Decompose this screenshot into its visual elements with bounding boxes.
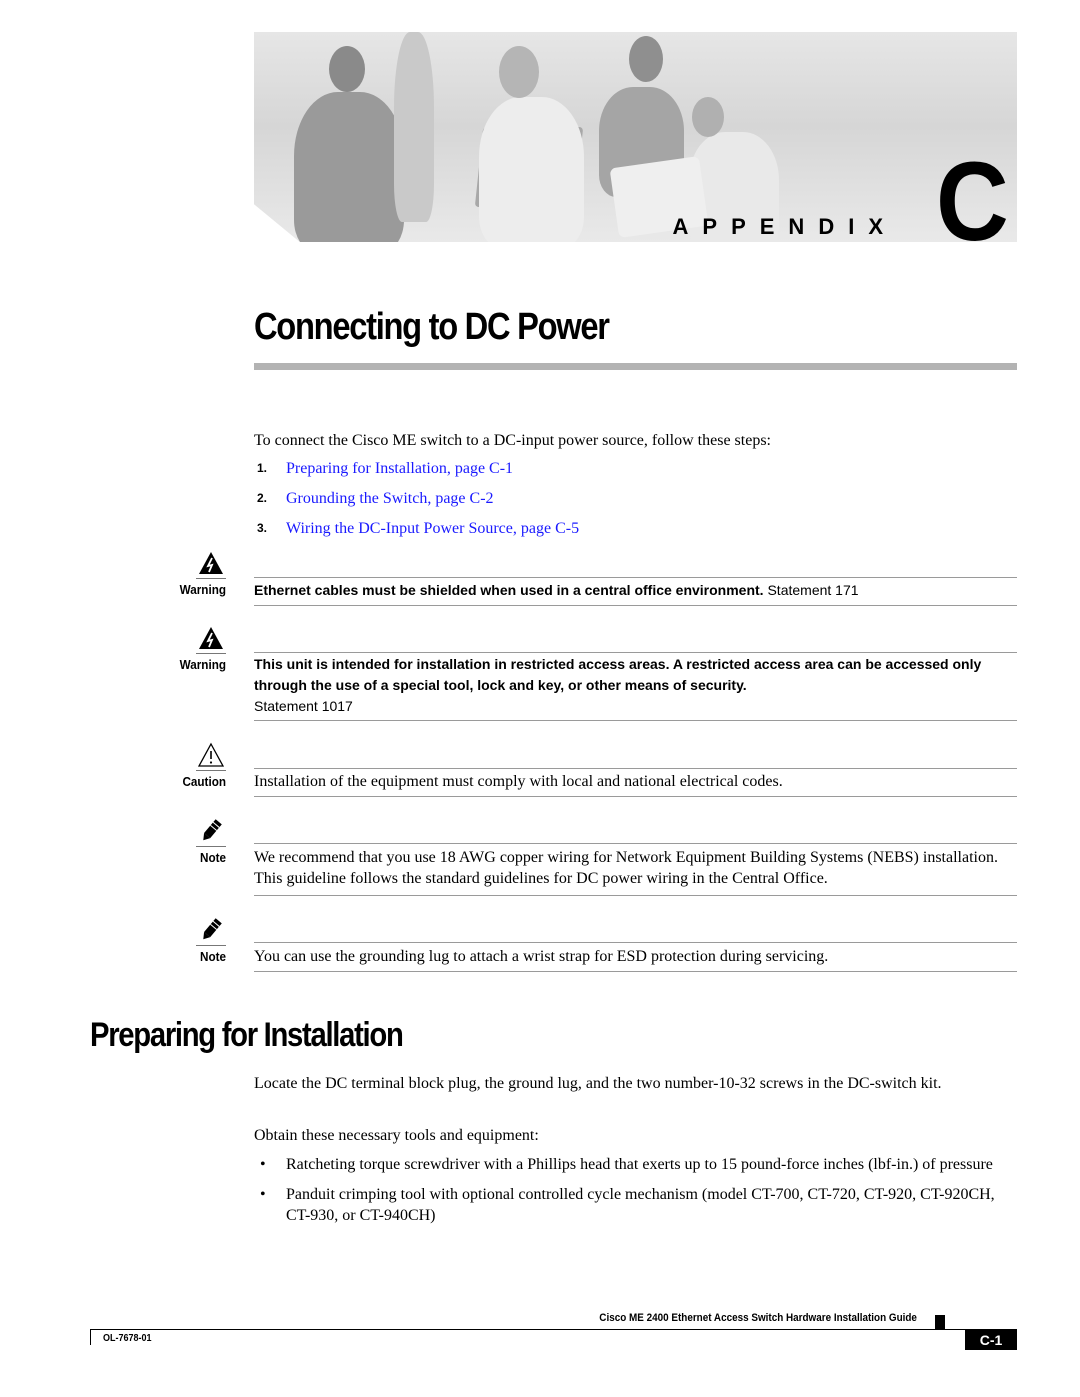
appendix-banner: APPENDIX C bbox=[254, 32, 1017, 242]
list-item-text: Panduit crimping tool with optional cont… bbox=[286, 1186, 995, 1224]
warning-lightning-icon bbox=[196, 550, 226, 578]
notice-label: Warning bbox=[179, 657, 226, 672]
notice-bottom-rule bbox=[254, 796, 1017, 797]
list-item: • Panduit crimping tool with optional co… bbox=[254, 1184, 1016, 1226]
notice-bottom-rule bbox=[254, 895, 1017, 896]
notice-label: Caution bbox=[182, 774, 226, 789]
bullet-icon: • bbox=[260, 1186, 266, 1203]
notice-bottom-rule bbox=[254, 720, 1017, 721]
page-number-badge: C-1 bbox=[965, 1330, 1017, 1350]
section-paragraph: Locate the DC terminal block plug, the g… bbox=[254, 1075, 942, 1092]
caution-triangle-icon bbox=[196, 742, 226, 770]
notice-text: Installation of the equipment must compl… bbox=[254, 773, 783, 790]
notice-top-rule bbox=[254, 577, 1017, 578]
footer-tick bbox=[90, 1329, 91, 1345]
notice-text: This unit is intended for installation i… bbox=[254, 654, 994, 717]
list-item-text: Ratcheting torque screwdriver with a Phi… bbox=[286, 1156, 993, 1173]
section-paragraph: Obtain these necessary tools and equipme… bbox=[254, 1127, 539, 1144]
section-title: Preparing for Installation bbox=[90, 1016, 404, 1054]
notice-top-rule bbox=[254, 768, 1017, 769]
note-notice: Note We recommend that you use 18 AWG co… bbox=[170, 816, 1017, 898]
icon-rule bbox=[196, 945, 226, 946]
step-number: 1. bbox=[257, 461, 268, 475]
footer-doc-number: OL-7678-01 bbox=[103, 1333, 152, 1344]
notice-text: We recommend that you use 18 AWG copper … bbox=[254, 849, 998, 887]
icon-rule bbox=[196, 578, 226, 579]
step-link-grounding[interactable]: Grounding the Switch, page C-2 bbox=[286, 488, 494, 518]
appendix-label: APPENDIX bbox=[672, 214, 897, 239]
notice-bold-text: This unit is intended for installation i… bbox=[254, 656, 982, 693]
bullet-icon: • bbox=[260, 1156, 266, 1173]
step-link-wiring[interactable]: Wiring the DC-Input Power Source, page C… bbox=[286, 518, 579, 548]
note-pencil-icon bbox=[196, 917, 226, 945]
intro-paragraph: To connect the Cisco ME switch to a DC-i… bbox=[254, 432, 771, 449]
footer-guide-title: Cisco ME 2400 Ethernet Access Switch Har… bbox=[599, 1312, 917, 1324]
notice-top-rule bbox=[254, 942, 1017, 943]
notice-bottom-rule bbox=[254, 971, 1017, 972]
notice-bottom-rule bbox=[254, 605, 1017, 606]
icon-rule bbox=[196, 653, 226, 654]
list-item: • Ratcheting torque screwdriver with a P… bbox=[254, 1154, 1016, 1175]
step-item: 2. Grounding the Switch, page C-2 bbox=[254, 488, 579, 518]
warning-notice: Warning This unit is intended for instal… bbox=[170, 623, 1017, 723]
notice-label: Warning bbox=[179, 582, 226, 597]
step-item: 3. Wiring the DC-Input Power Source, pag… bbox=[254, 518, 579, 548]
step-item: 1. Preparing for Installation, page C-1 bbox=[254, 458, 579, 488]
notice-top-rule bbox=[254, 652, 1017, 653]
icon-rule bbox=[196, 846, 226, 847]
notice-label: Note bbox=[199, 949, 226, 964]
step-number: 3. bbox=[257, 521, 268, 535]
caution-notice: Caution Installation of the equipment mu… bbox=[170, 740, 1017, 800]
notice-text: Ethernet cables must be shielded when us… bbox=[254, 580, 1017, 601]
step-number: 2. bbox=[257, 491, 268, 505]
steps-list: 1. Preparing for Installation, page C-1 … bbox=[254, 458, 579, 548]
appendix-letter: C bbox=[936, 139, 1009, 243]
notice-bold-text: Ethernet cables must be shielded when us… bbox=[254, 582, 764, 598]
note-pencil-icon bbox=[196, 818, 226, 846]
title-rule bbox=[254, 363, 1017, 370]
chapter-title: Connecting to DC Power bbox=[254, 306, 610, 348]
warning-notice: Warning Ethernet cables must be shielded… bbox=[170, 548, 1017, 608]
notice-label: Note bbox=[199, 850, 226, 865]
footer-rule bbox=[90, 1329, 1017, 1330]
footer-marker bbox=[935, 1315, 945, 1329]
notice-statement: Statement 171 bbox=[763, 582, 859, 598]
note-notice: Note You can use the grounding lug to at… bbox=[170, 915, 1017, 975]
notice-statement: Statement 1017 bbox=[254, 698, 353, 714]
icon-rule bbox=[196, 770, 226, 771]
notice-text: You can use the grounding lug to attach … bbox=[254, 948, 829, 965]
notice-top-rule bbox=[254, 843, 1017, 844]
warning-lightning-icon bbox=[196, 625, 226, 653]
step-link-preparing[interactable]: Preparing for Installation, page C-1 bbox=[286, 458, 513, 488]
tools-list: • Ratcheting torque screwdriver with a P… bbox=[254, 1154, 1016, 1235]
